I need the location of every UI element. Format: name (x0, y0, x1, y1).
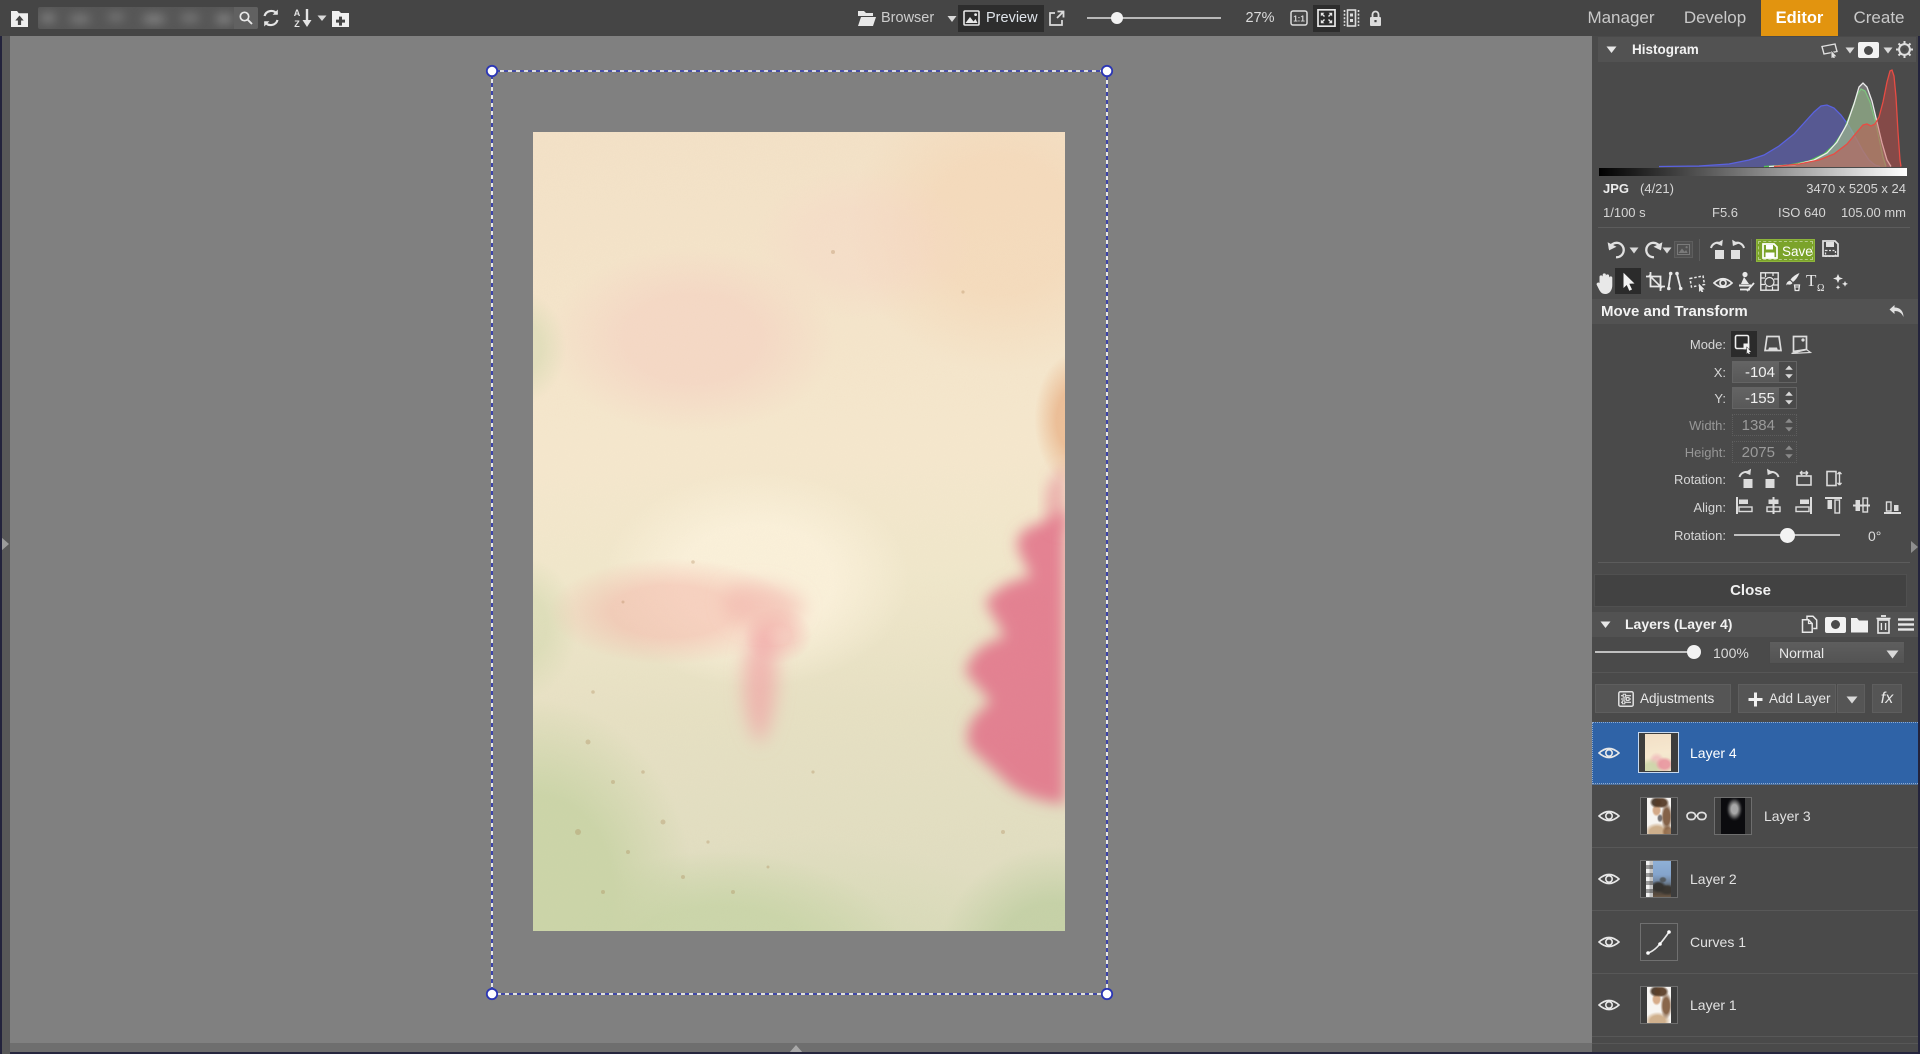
svg-text:A: A (294, 8, 301, 18)
svg-text:Z: Z (294, 19, 300, 29)
svg-text:1:1: 1:1 (1293, 14, 1305, 23)
svg-text:T: T (1806, 272, 1817, 290)
svg-text:Ω: Ω (1817, 283, 1824, 292)
